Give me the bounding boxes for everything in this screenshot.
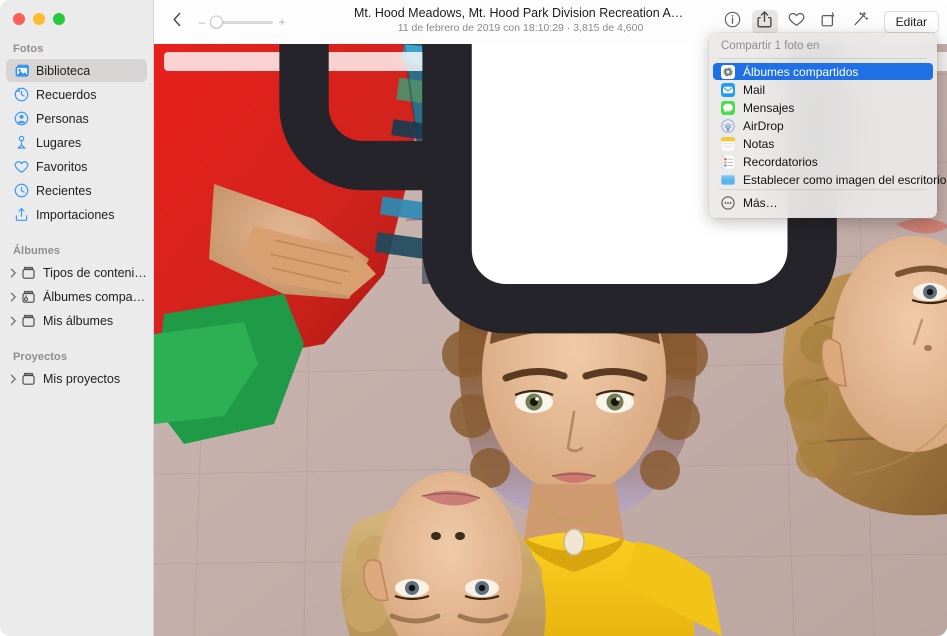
rotate-button[interactable] [816,10,842,34]
reminders-app-icon [721,155,735,169]
share-button[interactable] [752,10,778,34]
sidebar-item-label: Tipos de contenido [43,266,147,280]
sidebar-item-label: Biblioteca [36,64,90,78]
info-button[interactable] [720,10,746,34]
sidebar-item-recuerdos[interactable]: Recuerdos [6,83,147,106]
more-ellipsis-icon [721,196,735,210]
zoom-slider-knob[interactable] [210,16,223,29]
sidebar-section-header-fotos: Fotos [0,37,153,59]
chevron-right-icon[interactable] [8,268,19,278]
sidebar-spacer [0,227,153,239]
heart-icon [13,159,30,175]
desktop-picture-icon [721,173,735,187]
sidebar-item-albumes-compartidos[interactable]: Álbumes compartidos [6,285,147,308]
sidebar-item-personas[interactable]: Personas [6,107,147,130]
share-item-mas[interactable]: Más… [713,194,933,211]
sidebar-item-lugares[interactable]: Lugares [6,131,147,154]
popover-divider-bottom [719,189,927,190]
sidebar-item-label: Álbumes compartidos [43,290,147,304]
sidebar-scroll[interactable]: Fotos Biblioteca Recuerdos Personas [0,37,153,636]
share-item-label: Mensajes [743,101,794,115]
sidebar: Fotos Biblioteca Recuerdos Personas [0,0,154,636]
zoom-out-label[interactable]: – [198,15,206,29]
share-item-label: Recordatorios [743,155,818,169]
people-icon [13,111,30,127]
sidebar-spacer [0,333,153,345]
sidebar-item-importaciones[interactable]: Importaciones [6,203,147,226]
chevron-right-icon[interactable] [8,292,19,302]
edit-button[interactable]: Editar [884,11,939,33]
photos-window: Fotos Biblioteca Recuerdos Personas [0,0,947,636]
shared-album-icon [20,289,37,305]
sidebar-section-header-proyectos: Proyectos [0,345,153,367]
import-arrow-icon [13,207,30,223]
album-icon [20,371,37,387]
notes-app-icon [721,137,735,151]
mail-app-icon [721,83,735,97]
chevron-right-icon[interactable] [8,316,19,326]
share-item-label: Establecer como imagen del escritorio [743,173,946,187]
sidebar-item-recientes[interactable]: Recientes [6,179,147,202]
share-item-label: Notas [743,137,774,151]
photos-library-icon [13,63,30,79]
share-icon [757,11,772,33]
sidebar-item-label: Importaciones [36,208,115,222]
sidebar-item-favoritos[interactable]: Favoritos [6,155,147,178]
sidebar-item-label: Personas [36,112,89,126]
share-item-airdrop[interactable]: AirDrop [713,117,933,134]
close-window-button[interactable] [13,13,25,25]
zoom-slider-track[interactable] [211,21,273,24]
info-icon [724,11,741,33]
share-item-albumes-compartidos[interactable]: Álbumes compartidos [713,63,933,80]
popover-divider [719,58,927,59]
sidebar-item-label: Favoritos [36,160,87,174]
share-item-mensajes[interactable]: Mensajes [713,99,933,116]
chevron-left-icon [172,12,182,32]
sidebar-item-mis-proyectos[interactable]: Mis proyectos [6,367,147,390]
album-icon [20,265,37,281]
share-item-mail[interactable]: Mail [713,81,933,98]
messages-app-icon [721,101,735,115]
rotate-icon [820,11,837,33]
zoom-slider[interactable]: – + [198,15,286,29]
maximize-window-button[interactable] [53,13,65,25]
share-item-label: AirDrop [743,119,784,133]
share-item-label: Álbumes compartidos [743,65,858,79]
enhance-button[interactable] [848,10,874,34]
back-button[interactable] [164,10,190,34]
share-item-establecer-imagen-escritorio[interactable]: Establecer como imagen del escritorio [713,171,933,188]
sidebar-item-biblioteca[interactable]: Biblioteca [6,59,147,82]
favorite-button[interactable] [784,10,810,34]
share-item-label: Mail [743,83,765,97]
sidebar-section-header-albumes: Álbumes [0,239,153,261]
share-popover: Compartir 1 foto en Álbumes compartidos … [709,33,937,218]
window-traffic-lights [13,13,65,25]
sidebar-item-label: Recuerdos [36,88,96,102]
zoom-in-label[interactable]: + [278,15,286,29]
enhance-icon [852,11,869,33]
share-item-label: Más… [743,196,778,210]
heart-icon [788,12,805,32]
sidebar-item-tipos-de-contenido[interactable]: Tipos de contenido [6,261,147,284]
chevron-right-icon[interactable] [8,374,19,384]
share-popover-title: Compartir 1 foto en [709,38,937,57]
toolbar-left-group: – + [164,0,286,44]
clock-icon [13,183,30,199]
photos-app-icon [721,65,735,79]
album-icon [20,313,37,329]
memories-icon [13,87,30,103]
places-pin-icon [13,135,30,151]
edit-button-label: Editar [896,15,927,29]
sidebar-item-label: Mis álbumes [43,314,113,328]
sidebar-item-mis-albumes[interactable]: Mis álbumes [6,309,147,332]
share-item-recordatorios[interactable]: Recordatorios [713,153,933,170]
airdrop-icon [721,119,735,133]
share-item-notas[interactable]: Notas [713,135,933,152]
sidebar-item-label: Lugares [36,136,81,150]
sidebar-item-label: Mis proyectos [43,372,120,386]
minimize-window-button[interactable] [33,13,45,25]
sidebar-item-label: Recientes [36,184,92,198]
